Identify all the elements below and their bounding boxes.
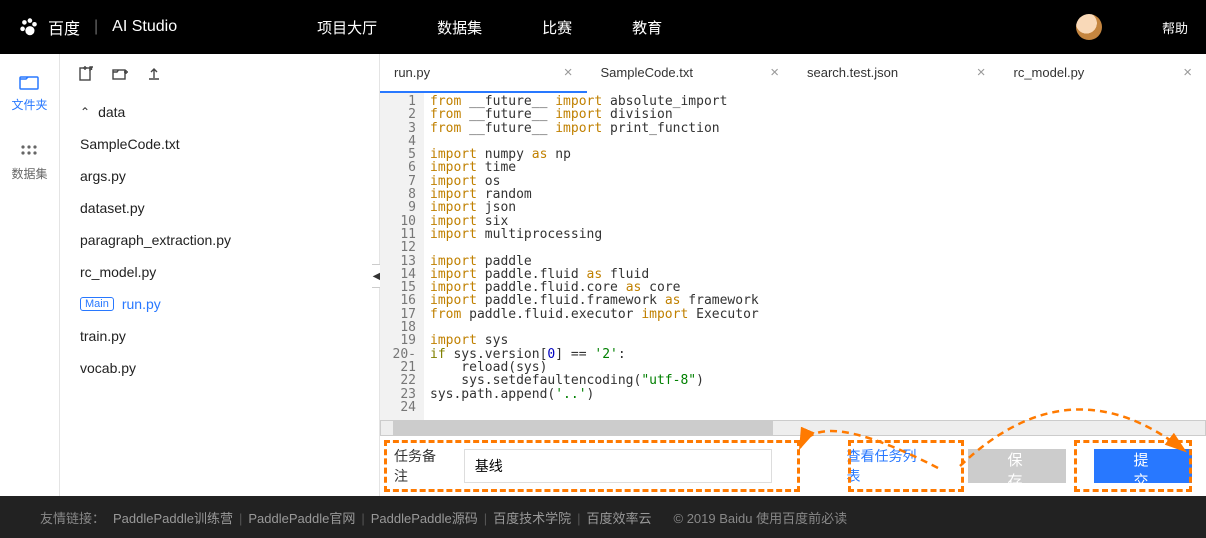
editor-area: ◀ run.py× SampleCode.txt× search.test.js… xyxy=(380,54,1206,496)
tab-run-py[interactable]: run.py × xyxy=(380,54,587,93)
footer-links: PaddlePaddle训练营|PaddlePaddle官网|PaddlePad… xyxy=(113,508,652,527)
main-area: 文件夹 数据集 ⌃ data SampleCode.txt args.py dat… xyxy=(0,54,1206,496)
tree-file[interactable]: rc_model.py xyxy=(60,256,379,288)
close-icon[interactable]: × xyxy=(977,64,986,81)
top-nav: 项目大厅 数据集 比赛 教育 xyxy=(317,17,662,38)
footer-link[interactable]: PaddlePaddle官网 xyxy=(248,511,355,526)
footer-link[interactable]: 百度技术学院 xyxy=(493,511,571,526)
tab-label: SampleCode.txt xyxy=(601,65,694,80)
rail-files[interactable]: 文件夹 xyxy=(11,74,47,113)
bottom-bar: 任务备注 查看任务列表 保 存 提 交 xyxy=(380,436,1206,496)
footer-link[interactable]: PaddlePaddle源码 xyxy=(371,511,478,526)
left-rail: 文件夹 数据集 xyxy=(0,54,60,496)
tree-file[interactable]: dataset.py xyxy=(60,192,379,224)
close-icon[interactable]: × xyxy=(564,64,573,81)
scrollbar-thumb[interactable] xyxy=(393,421,773,435)
tree-file[interactable]: train.py xyxy=(60,320,379,352)
tab-label: run.py xyxy=(394,65,430,80)
rail-datasets[interactable]: 数据集 xyxy=(11,143,47,182)
top-bar: 百度 | AI Studio 项目大厅 数据集 比赛 教育 帮助 xyxy=(0,0,1206,54)
tab-search-json[interactable]: search.test.json × xyxy=(793,54,1000,93)
nav-projects[interactable]: 项目大厅 xyxy=(317,17,377,38)
tree-folder-data[interactable]: ⌃ data xyxy=(60,96,379,128)
logo[interactable]: 百度 | AI Studio xyxy=(18,15,177,39)
nav-datasets[interactable]: 数据集 xyxy=(437,17,482,38)
nav-education[interactable]: 教育 xyxy=(632,17,662,38)
tree-main-label: run.py xyxy=(122,296,161,312)
nav-help[interactable]: 帮助 xyxy=(1162,18,1188,37)
file-sidebar: ⌃data SampleCode.txt args.py dataset.py … xyxy=(60,54,380,496)
task-note-label: 任务备注 xyxy=(394,446,450,486)
footer: 友情链接： PaddlePaddle训练营|PaddlePaddle官网|Pad… xyxy=(0,496,1206,538)
nav-competitions[interactable]: 比赛 xyxy=(542,17,572,38)
new-file-icon[interactable] xyxy=(78,66,94,82)
sidebar-toolbar xyxy=(60,54,379,94)
main-badge: Main xyxy=(80,297,114,311)
line-gutter: 1234567891011121314151617181920-21222324 xyxy=(380,93,424,420)
tree-file[interactable]: SampleCode.txt xyxy=(60,128,379,160)
brand-separator: | xyxy=(94,18,98,36)
rail-datasets-label: 数据集 xyxy=(11,165,47,182)
file-tree: ⌃data SampleCode.txt args.py dataset.py … xyxy=(60,94,379,386)
code-body[interactable]: from __future__ import absolute_importfr… xyxy=(424,93,1206,420)
footer-copyright: © 2019 Baidu 使用百度前必读 xyxy=(674,508,848,527)
avatar-icon[interactable] xyxy=(1076,14,1102,40)
grid-icon xyxy=(19,143,39,159)
footer-link[interactable]: PaddlePaddle训练营 xyxy=(113,511,233,526)
footer-link[interactable]: 百度效率云 xyxy=(587,511,652,526)
tree-folder-label: data xyxy=(98,104,125,120)
tab-samplecode[interactable]: SampleCode.txt × xyxy=(587,54,794,93)
tab-rc-model[interactable]: rc_model.py × xyxy=(1000,54,1206,93)
baidu-paw-icon xyxy=(18,16,40,38)
close-icon[interactable]: × xyxy=(1183,64,1192,81)
footer-prefix: 友情链接： xyxy=(40,508,105,527)
tab-label: search.test.json xyxy=(807,65,898,80)
editor-tabs: run.py × SampleCode.txt × search.test.json… xyxy=(380,54,1206,93)
brand-text-studio: AI Studio xyxy=(112,18,177,36)
code-editor[interactable]: 1234567891011121314151617181920-21222324… xyxy=(380,93,1206,420)
upload-icon[interactable] xyxy=(146,66,162,82)
close-icon[interactable]: × xyxy=(770,64,779,81)
submit-button[interactable]: 提 交 xyxy=(1094,449,1192,483)
rail-files-label: 文件夹 xyxy=(11,96,47,113)
h-scrollbar[interactable] xyxy=(380,420,1206,436)
folder-icon xyxy=(19,74,39,90)
tree-file[interactable]: vocab.py xyxy=(60,352,379,384)
tab-label: rc_model.py xyxy=(1014,65,1085,80)
brand-text-cn: 百度 xyxy=(48,15,80,39)
view-task-list-link[interactable]: 查看任务列表 xyxy=(846,446,930,486)
save-button[interactable]: 保 存 xyxy=(968,449,1066,483)
new-folder-icon[interactable] xyxy=(112,66,128,82)
task-note-input[interactable] xyxy=(464,449,773,483)
chevron-down-icon: ⌃ xyxy=(80,105,90,119)
tree-file[interactable]: args.py xyxy=(60,160,379,192)
tree-file-main[interactable]: Main run.py xyxy=(60,288,379,320)
tree-file[interactable]: paragraph_extraction.py xyxy=(60,224,379,256)
